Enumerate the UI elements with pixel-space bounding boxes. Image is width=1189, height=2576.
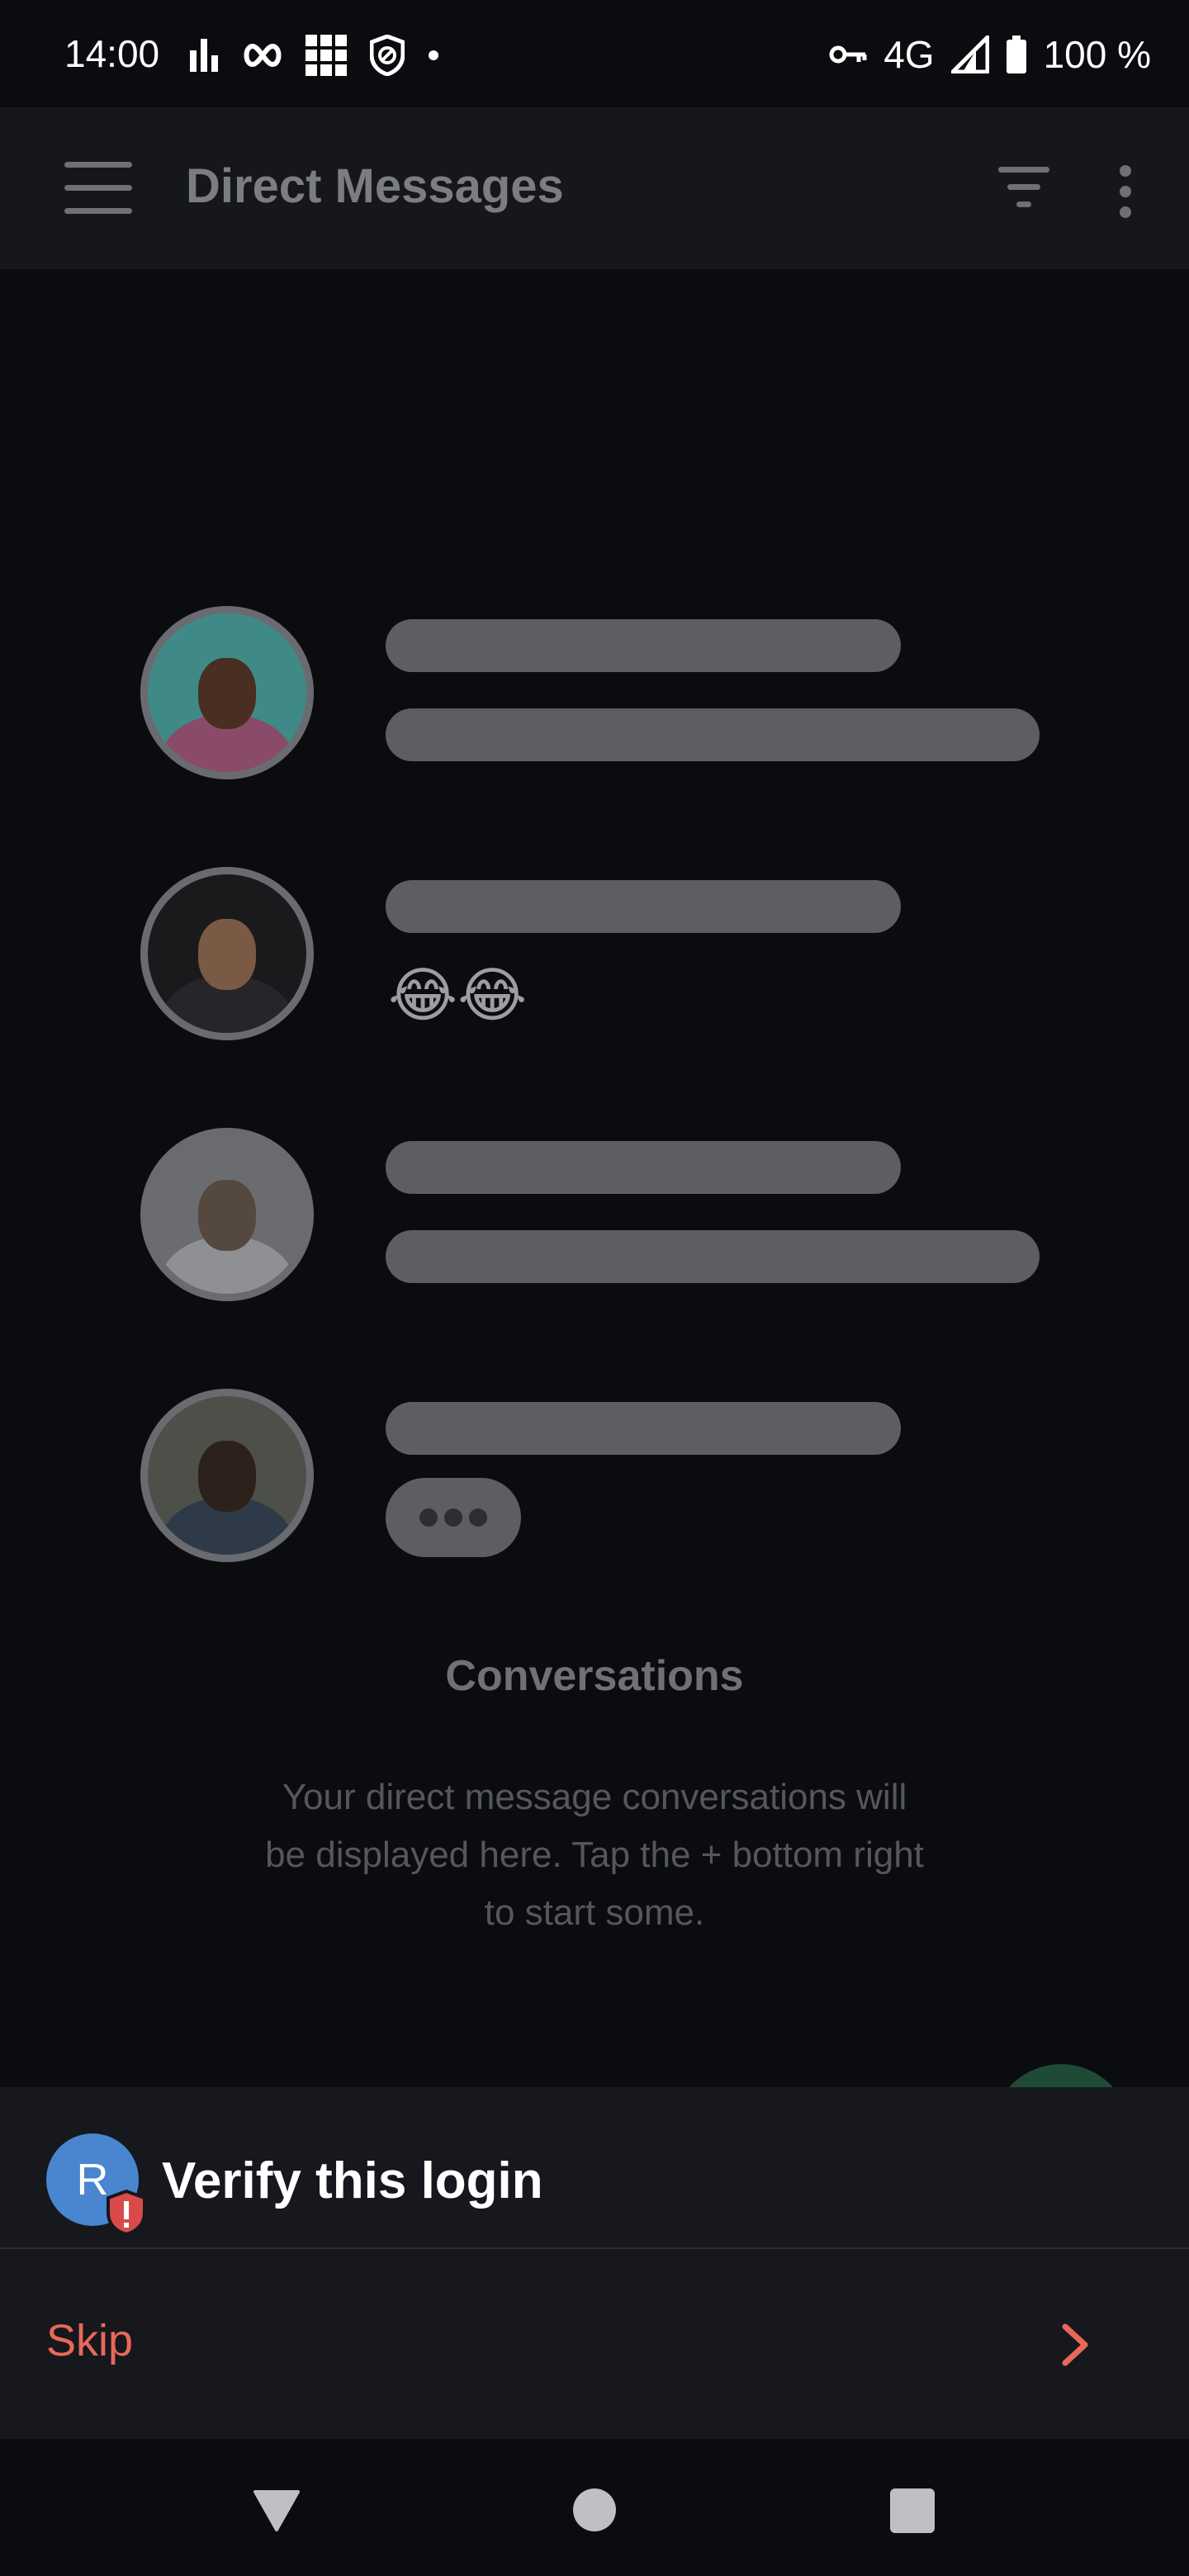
recents-square-icon[interactable] [890,2488,935,2533]
preview-row [140,1128,1049,1301]
preview-row: 😂😂 [140,867,1049,1040]
avatar [140,1389,314,1562]
placeholder-bar [386,1141,901,1194]
dot-icon [429,50,438,60]
emoji-preview: 😂😂 [388,960,528,1030]
placeholder-bar [386,1230,1040,1283]
app-bar: Direct Messages [0,107,1189,269]
preview-row [140,1389,1049,1562]
signal-bars-icon [190,39,218,72]
battery-percent: 100 % [1043,33,1151,76]
alert-shield-icon [107,2190,146,2236]
grid-icon [306,35,347,76]
infinity-icon [244,43,282,68]
avatar [140,1128,314,1301]
empty-state-description: Your direct message conversations will b… [265,1777,924,1933]
more-vert-icon[interactable] [1120,165,1133,218]
placeholder-bar [386,619,901,672]
skip-button[interactable]: Skip [0,2251,1189,2439]
network-type: 4G [883,33,935,76]
battery-icon [1006,36,1026,73]
skip-label: Skip [46,2316,134,2365]
home-circle-icon[interactable] [573,2488,616,2531]
cell-signal-icon [950,36,989,73]
placeholder-bar [386,708,1040,761]
avatar [140,606,314,779]
status-bar: 14:00 4G 100 % [0,0,1189,107]
verify-login-sheet: R Verify this login Skip [0,2087,1189,2439]
status-left-icons [190,33,439,78]
preview-row [140,606,1049,779]
chevron-right-icon [1062,2323,1088,2366]
page-title: Direct Messages [186,159,564,213]
avatar [140,867,314,1040]
key-icon [829,45,867,64]
sheet-title: Verify this login [162,2152,543,2209]
menu-icon[interactable] [64,162,132,215]
system-nav-bar [0,2439,1189,2576]
placeholder-bar [386,1402,901,1455]
empty-state-title: Conversations [445,1652,744,1700]
filter-icon[interactable] [997,167,1050,213]
back-triangle-icon[interactable] [252,2488,301,2533]
status-time: 14:00 [64,32,160,75]
shield-icon [370,35,405,76]
status-right: 4G 100 % [829,31,1151,78]
typing-indicator [386,1478,521,1557]
sheet-header: R Verify this login [0,2087,1189,2249]
placeholder-bar [386,880,901,933]
